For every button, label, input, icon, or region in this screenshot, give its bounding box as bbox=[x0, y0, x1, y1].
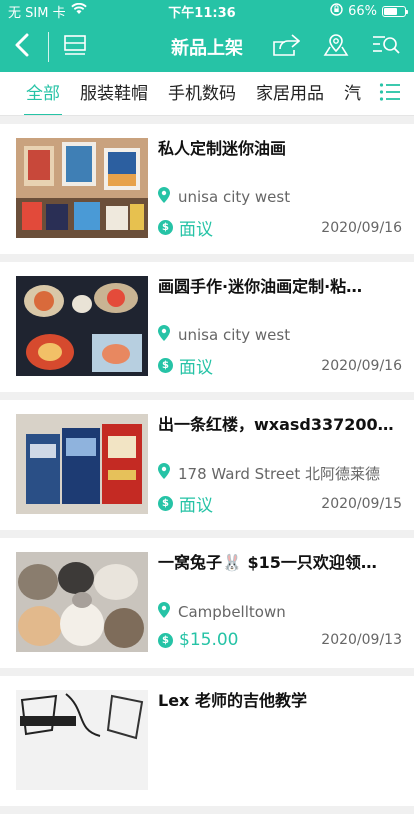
item-price: $15.00 bbox=[179, 630, 239, 650]
location-icon bbox=[323, 32, 349, 62]
back-button[interactable] bbox=[0, 25, 44, 69]
location-pin-icon bbox=[158, 602, 170, 622]
item-location: unisa city west bbox=[178, 326, 291, 345]
price-icon: $ bbox=[158, 632, 173, 648]
tab-clothing[interactable]: 服装鞋帽 bbox=[70, 72, 158, 115]
clock: 下午11:36 bbox=[168, 5, 236, 21]
item-location: Campbelltown bbox=[178, 603, 286, 621]
item-location: unisa city west bbox=[178, 188, 291, 207]
rotation-lock-icon bbox=[330, 2, 343, 20]
list-view-icon bbox=[63, 34, 87, 60]
location-button[interactable] bbox=[314, 25, 358, 69]
filter-search-button[interactable] bbox=[364, 25, 408, 69]
category-menu-button[interactable] bbox=[366, 72, 414, 115]
item-price: 面议 bbox=[179, 358, 213, 378]
item-title: 画圆手作·迷你油画定制·粘… bbox=[158, 277, 363, 296]
share-icon bbox=[272, 33, 301, 61]
item-title: 一窝兔子🐰 $15一只欢迎领… bbox=[158, 553, 377, 572]
nav-bar: 新品上架 bbox=[0, 22, 414, 72]
location-pin-icon bbox=[158, 462, 170, 483]
list-item[interactable]: 出一条红楼，wxasd337200… 178 Ward Street 北阿德莱德… bbox=[0, 400, 414, 530]
product-list: 私人定制迷你油画 unisa city west $ 面议 2020/09/16 bbox=[0, 124, 414, 814]
price-icon: $ bbox=[158, 220, 173, 235]
list-view-button[interactable] bbox=[53, 25, 97, 69]
list-item[interactable]: 一窝兔子🐰 $15一只欢迎领… Campbelltown $ $15.00 20… bbox=[0, 538, 414, 668]
price-icon: $ bbox=[158, 496, 173, 511]
list-item[interactable]: 私人定制迷你油画 unisa city west $ 面议 2020/09/16 bbox=[0, 124, 414, 254]
price-icon: $ bbox=[158, 358, 173, 373]
item-date: 2020/09/15 bbox=[321, 495, 402, 512]
tab-home[interactable]: 家居用品 bbox=[246, 72, 334, 115]
item-title: 私人定制迷你油画 bbox=[158, 139, 287, 158]
location-pin-icon bbox=[158, 325, 170, 345]
item-location: 178 Ward Street 北阿德莱德 bbox=[178, 464, 381, 483]
battery-percent: 66% bbox=[348, 3, 377, 19]
product-thumbnail bbox=[16, 414, 148, 514]
category-tabs: 全部 服装鞋帽 手机数码 家居用品 汽 bbox=[0, 72, 414, 116]
filter-search-icon bbox=[371, 33, 401, 61]
nav-divider bbox=[48, 32, 49, 62]
item-price: 面议 bbox=[179, 220, 213, 240]
share-button[interactable] bbox=[264, 25, 308, 69]
location-pin-icon bbox=[158, 187, 170, 207]
product-thumbnail bbox=[16, 552, 148, 652]
wifi-icon bbox=[70, 2, 87, 19]
battery-icon bbox=[382, 5, 408, 17]
list-item[interactable]: 画圆手作·迷你油画定制·粘… unisa city west $ 面议 2020… bbox=[0, 262, 414, 392]
product-thumbnail bbox=[16, 138, 148, 238]
item-title: Lex 老师的吉他教学 bbox=[158, 691, 307, 710]
item-date: 2020/09/16 bbox=[321, 357, 402, 374]
carrier-label: 无 SIM 卡 bbox=[8, 5, 66, 21]
product-thumbnail bbox=[16, 690, 148, 790]
item-title: 出一条红楼，wxasd337200… bbox=[158, 415, 394, 434]
category-list-icon bbox=[379, 82, 401, 106]
tab-digital[interactable]: 手机数码 bbox=[158, 72, 246, 115]
list-item[interactable]: Lex 老师的吉他教学 bbox=[0, 676, 414, 806]
product-thumbnail bbox=[16, 276, 148, 376]
status-bar: 无 SIM 卡 下午11:36 66% bbox=[0, 0, 414, 22]
item-date: 2020/09/16 bbox=[321, 219, 402, 236]
tab-all[interactable]: 全部 bbox=[16, 72, 70, 115]
item-date: 2020/09/13 bbox=[321, 632, 402, 648]
item-price: 面议 bbox=[179, 496, 213, 516]
back-arrow-icon bbox=[14, 33, 30, 61]
